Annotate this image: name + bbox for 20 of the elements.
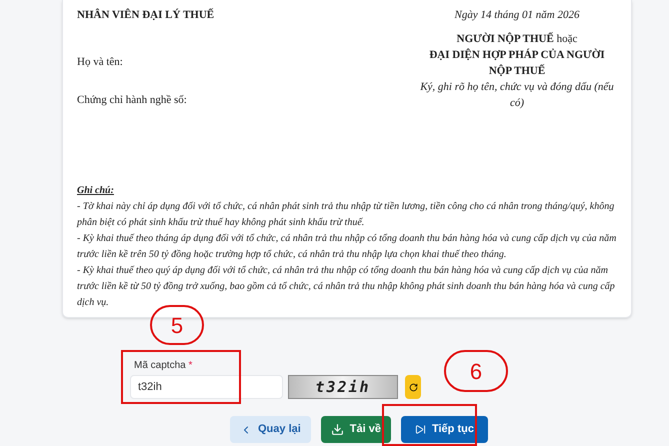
note-line: - Kỳ khai thuế theo tháng áp dụng đối với tổ chức, cá nhân trả thu nhập có tổng doanh thu bán hàng hóa và cung cấp dịch vụ của năm trước liền kề trên 50 tỷ đồng hoặc trường hợp tổ chức, cá nhân trả thu nhập lựa chọn khai thuế theo tháng. — [77, 232, 617, 262]
signature-hint: Ký, ghi rõ họ tên, chức vụ và đóng dấu (nếu có) — [419, 80, 615, 111]
captcha-image: t32ih — [288, 375, 398, 399]
skip-forward-icon — [414, 424, 426, 435]
refresh-icon — [408, 382, 418, 392]
name-label: Họ và tên: — [77, 54, 124, 70]
captcha-label: Mã captcha * — [134, 359, 194, 373]
refresh-button[interactable] — [405, 375, 421, 399]
captcha-input[interactable]: t32ih — [130, 375, 283, 399]
download-icon — [330, 423, 344, 436]
certificate-label: Chứng chỉ hành nghề số: — [77, 93, 188, 108]
download-button[interactable]: Tải về — [320, 416, 391, 443]
next-button[interactable]: Tiếp tục — [400, 416, 488, 443]
taxpayer-title: NGƯỜI NỘP THUẾ hoặc — [456, 31, 578, 47]
agent-title: NHÂN VIÊN ĐẠI LÝ THUẾ — [77, 7, 216, 23]
note-line: - Tờ khai này chỉ áp dụng đối với tổ chức, cá nhân phát sinh trả thu nhập từ tiền lương, tiền công cho cá nhân trong tháng/quý, không phân biệt có phát sinh khấu trừ thuế hay không phát sinh khấu trừ thuế. — [77, 200, 616, 230]
representative-title: ĐẠI DIỆN HỢP PHÁP CỦA NGƯỜI NỘP THUẾ — [428, 48, 606, 79]
date-text: Ngày 14 tháng 01 năm 2026 — [454, 8, 580, 23]
back-button[interactable]: Quay lại — [230, 416, 311, 443]
notes-title: Ghi chú: — [77, 184, 115, 198]
